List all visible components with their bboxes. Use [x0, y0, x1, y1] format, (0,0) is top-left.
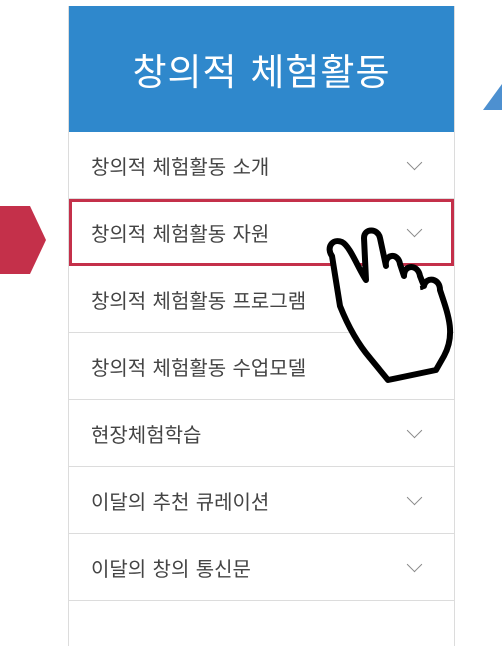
menu-item-field-trips[interactable]: 현장체험학습 [69, 400, 454, 467]
menu-item-label: 이달의 추천 큐레이션 [91, 489, 270, 514]
chevron-down-icon[interactable] [406, 154, 423, 170]
menu-item-label: 창의적 체험활동 소개 [91, 154, 270, 179]
menu-item-label: 창의적 체험활동 프로그램 [91, 288, 307, 313]
panel-title: 창의적 체험활동 [69, 6, 454, 132]
menu-item-newsletter[interactable]: 이달의 창의 통신문 [69, 534, 454, 601]
up-triangle-icon [483, 84, 502, 110]
chevron-down-icon[interactable] [406, 489, 423, 505]
menu-item-label: 이달의 창의 통신문 [91, 556, 251, 581]
chevron-down-icon[interactable] [406, 556, 423, 572]
menu-item-label: 창의적 체험활동 자원 [91, 221, 270, 246]
menu-item-label: 창의적 체험활동 수업모델 [91, 355, 307, 380]
right-arrow-icon [0, 206, 46, 274]
chevron-down-icon[interactable] [406, 422, 423, 438]
menu-item-curation[interactable]: 이달의 추천 큐레이션 [69, 467, 454, 534]
panel-title-text: 창의적 체험활동 [132, 51, 391, 94]
hand-cursor-icon [326, 227, 454, 383]
menu-item-intro[interactable]: 창의적 체험활동 소개 [69, 132, 454, 199]
menu-item-label: 현장체험학습 [91, 422, 202, 447]
